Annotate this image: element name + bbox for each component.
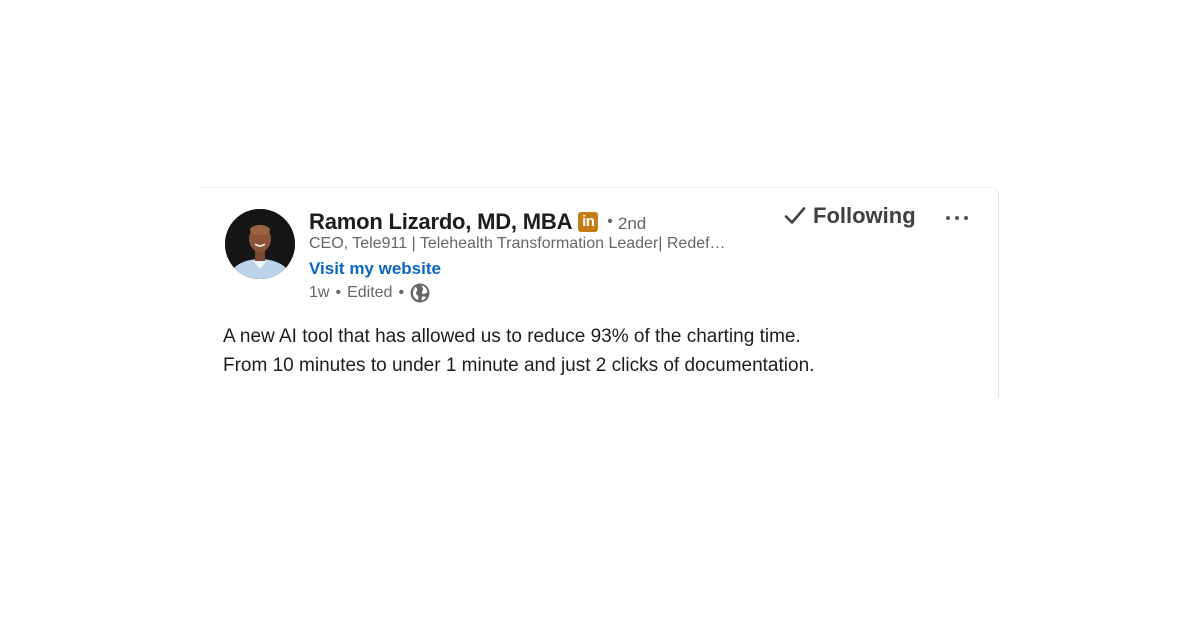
visit-website-link[interactable]: Visit my website <box>309 259 441 279</box>
linkedin-premium-icon: in <box>578 212 599 232</box>
post-text-line: From 10 minutes to under 1 minute and ju… <box>223 355 815 376</box>
author-name-row: Ramon Lizardo, MD, MBA in • 2nd <box>309 207 646 237</box>
following-label: Following <box>813 203 916 228</box>
page: Ramon Lizardo, MD, MBA in • 2nd CEO, Tel… <box>0 0 1200 627</box>
post-age: 1w <box>309 284 330 301</box>
more-horizontal-icon <box>946 216 968 220</box>
author-headline: CEO, Tele911 | Telehealth Transformation… <box>309 235 726 252</box>
globe-icon <box>410 283 430 303</box>
more-options-button[interactable] <box>942 206 972 230</box>
post-text-line: A new AI tool that has allowed us to red… <box>223 326 801 347</box>
feed-post-card: Ramon Lizardo, MD, MBA in • 2nd CEO, Tel… <box>200 187 999 398</box>
post-body: A new AI tool that has allowed us to red… <box>223 322 983 380</box>
avatar-photo <box>225 209 295 279</box>
author-avatar[interactable] <box>225 209 295 279</box>
connection-separator: • <box>607 213 613 230</box>
author-name[interactable]: Ramon Lizardo, MD, MBA <box>309 209 572 235</box>
following-button[interactable]: Following <box>783 203 916 229</box>
edited-label: Edited <box>347 284 393 301</box>
post-meta: 1w • Edited • <box>309 283 430 303</box>
check-icon <box>784 207 806 224</box>
meta-separator: • <box>398 284 405 301</box>
connection-degree: 2nd <box>617 213 647 233</box>
meta-separator: • <box>335 284 342 301</box>
